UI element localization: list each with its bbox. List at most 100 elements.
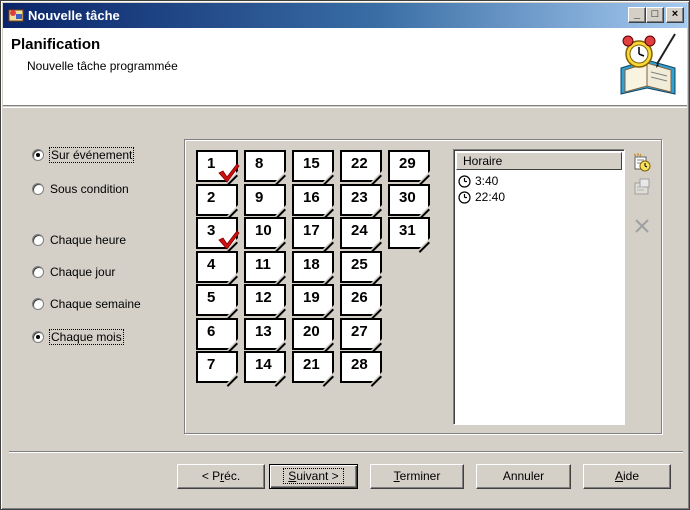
radio-label: Sur événement (48, 147, 135, 163)
day-number: 24 (351, 222, 368, 239)
edit-properties-icon[interactable] (632, 177, 652, 197)
day-cell[interactable]: 24 (340, 217, 382, 253)
header-divider (3, 107, 687, 108)
day-number: 8 (255, 155, 264, 172)
radio-indicator[interactable] (32, 266, 44, 278)
day-cell[interactable]: 27 (340, 318, 382, 354)
minimize-button[interactable]: _ (628, 7, 646, 23)
day-number: 15 (303, 155, 320, 172)
day-number: 9 (255, 189, 264, 206)
radio-option[interactable]: Chaque heure (32, 232, 126, 248)
day-cell[interactable]: 6 (196, 318, 238, 354)
radio-option[interactable]: Sur événement (32, 147, 135, 163)
column-header-horaire[interactable]: Horaire (456, 152, 622, 170)
day-number: 12 (255, 289, 272, 306)
title-bar[interactable]: Nouvelle tâche _ □ × (3, 3, 687, 28)
time-value: 22:40 (475, 190, 506, 204)
day-cell[interactable]: 26 (340, 284, 382, 320)
alarm-clock-agenda-icon (620, 33, 676, 95)
page-title: Planification (11, 36, 101, 53)
day-number: 23 (351, 189, 368, 206)
maximize-button[interactable]: □ (646, 7, 664, 23)
day-number: 5 (207, 289, 216, 306)
day-cell[interactable]: 19 (292, 284, 334, 320)
add-time-icon[interactable] (632, 153, 652, 173)
times-listbox[interactable]: Horaire 3:40 22:40 (453, 149, 625, 425)
previous-button[interactable]: < Préc. (177, 464, 265, 489)
day-number: 10 (255, 222, 272, 239)
day-cell[interactable]: 30 (388, 184, 430, 220)
day-cell[interactable]: 28 (340, 351, 382, 387)
clock-icon (458, 174, 471, 188)
day-cell[interactable]: 13 (244, 318, 286, 354)
radio-option[interactable]: Sous condition (32, 181, 129, 197)
day-number: 13 (255, 323, 272, 340)
day-number: 4 (207, 256, 216, 273)
time-list-item[interactable]: 22:40 (458, 189, 505, 205)
finish-button[interactable]: Terminer (370, 464, 464, 489)
day-cell[interactable]: 16 (292, 184, 334, 220)
day-cell[interactable]: 5 (196, 284, 238, 320)
time-list-item[interactable]: 3:40 (458, 173, 498, 189)
window-title: Nouvelle tâche (28, 8, 120, 23)
day-cell[interactable]: 17 (292, 217, 334, 253)
day-cell[interactable]: 29 (388, 150, 430, 186)
day-cell[interactable]: 7 (196, 351, 238, 387)
day-number: 17 (303, 222, 320, 239)
day-number: 16 (303, 189, 320, 206)
next-button[interactable]: Suivant > (269, 464, 358, 489)
day-cell[interactable]: 25 (340, 251, 382, 287)
day-cell[interactable]: 8 (244, 150, 286, 186)
day-cell[interactable]: 4 (196, 251, 238, 287)
day-cell[interactable]: 9 (244, 184, 286, 220)
day-cell[interactable]: 18 (292, 251, 334, 287)
day-number: 29 (399, 155, 416, 172)
day-number: 20 (303, 323, 320, 340)
radio-indicator[interactable] (32, 234, 44, 246)
day-cell[interactable]: 2 (196, 184, 238, 220)
radio-indicator[interactable] (32, 183, 44, 195)
day-cell[interactable]: 11 (244, 251, 286, 287)
close-button[interactable]: × (666, 7, 684, 23)
radio-option[interactable]: Chaque jour (32, 264, 115, 280)
day-number: 27 (351, 323, 368, 340)
day-number: 2 (207, 189, 216, 206)
day-number: 22 (351, 155, 368, 172)
day-number: 6 (207, 323, 216, 340)
day-cell[interactable]: 31 (388, 217, 430, 253)
day-cell[interactable]: 10 (244, 217, 286, 253)
radio-label: Chaque semaine (50, 297, 141, 311)
radio-indicator[interactable] (32, 149, 44, 161)
day-number: 21 (303, 356, 320, 373)
day-cell[interactable]: 22 (340, 150, 382, 186)
delete-icon[interactable] (632, 216, 652, 236)
radio-label: Chaque mois (49, 329, 124, 345)
radio-label: Chaque jour (50, 265, 116, 279)
day-cell[interactable]: 3 (196, 217, 240, 253)
day-number: 28 (351, 356, 368, 373)
radio-indicator[interactable] (32, 331, 44, 343)
cancel-button[interactable]: Annuler (476, 464, 571, 489)
radio-indicator[interactable] (32, 298, 44, 310)
day-cell[interactable]: 21 (292, 351, 334, 387)
app-icon (8, 9, 24, 22)
wizard-header: Planification Nouvelle tâche programmée (3, 28, 687, 106)
day-number: 1 (207, 155, 216, 172)
red-checkmark-icon (218, 230, 240, 250)
day-cell[interactable]: 12 (244, 284, 286, 320)
clock-icon (458, 190, 471, 204)
day-cell[interactable]: 15 (292, 150, 334, 186)
help-button[interactable]: Aide (583, 464, 671, 489)
day-number: 31 (399, 222, 416, 239)
day-cell[interactable]: 20 (292, 318, 334, 354)
radio-option[interactable]: Chaque mois (32, 329, 124, 345)
time-value: 3:40 (475, 174, 499, 188)
wizard-window: Nouvelle tâche _ □ × Planification Nouve… (0, 0, 690, 510)
day-cell[interactable]: 14 (244, 351, 286, 387)
day-number: 7 (207, 356, 216, 373)
day-cell[interactable]: 23 (340, 184, 382, 220)
day-number: 3 (207, 222, 216, 239)
day-number: 11 (255, 256, 271, 273)
radio-option[interactable]: Chaque semaine (32, 296, 141, 312)
day-cell[interactable]: 1 (196, 150, 240, 186)
